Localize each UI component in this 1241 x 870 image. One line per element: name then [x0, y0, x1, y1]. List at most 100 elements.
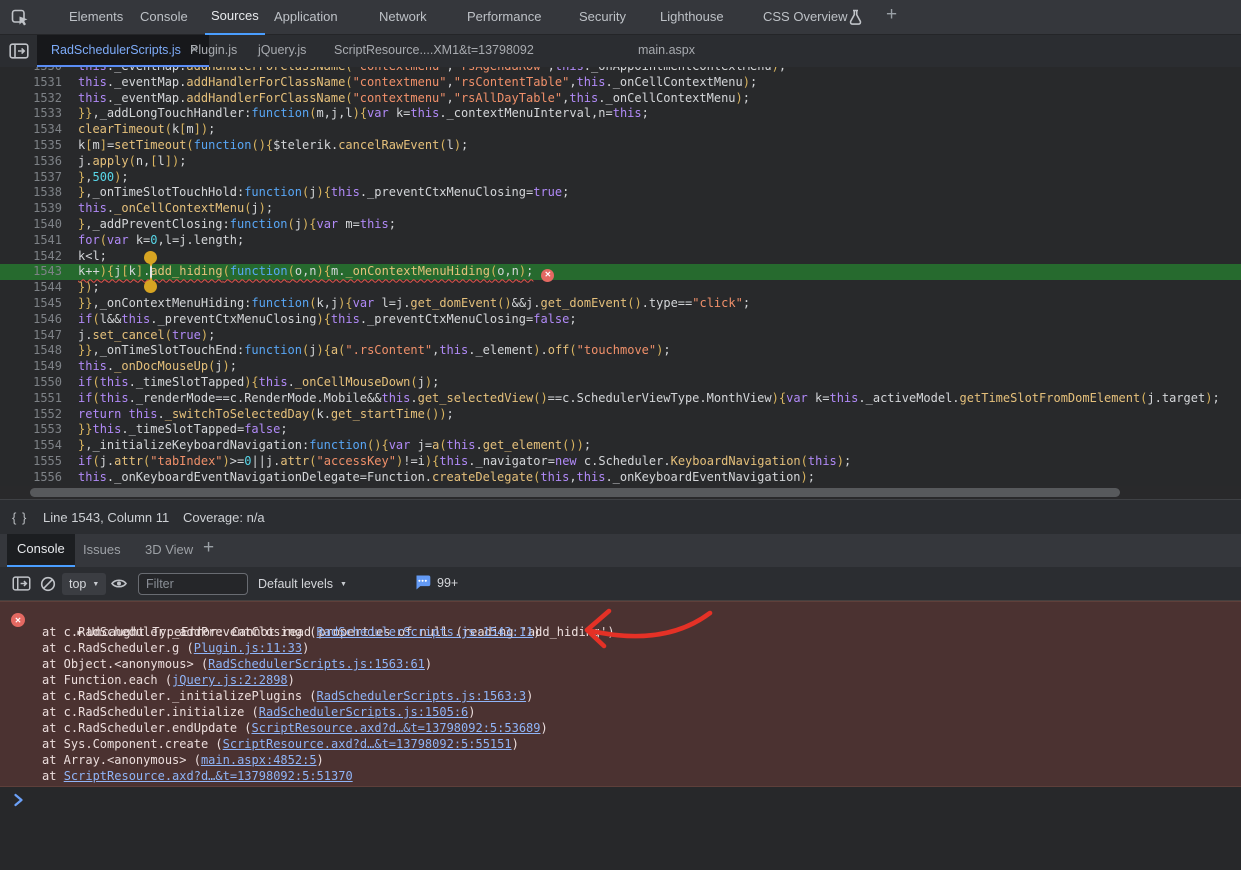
code-line-1543[interactable]: 1543k++){j[k].add_hiding(function(o,n){m…: [0, 264, 1241, 280]
line-number[interactable]: 1554: [0, 438, 62, 454]
code-text: }},_addLongTouchHandler:function(m,j,l){…: [62, 106, 649, 122]
code-line-1542[interactable]: 1542k<l;: [0, 249, 1241, 265]
code-line-1548[interactable]: 1548}},_onTimeSlotTouchEnd:function(j){a…: [0, 343, 1241, 359]
stack-frame-link[interactable]: RadSchedulerScripts.js:1505:6: [259, 705, 469, 719]
panel-tab-network[interactable]: Network: [373, 0, 433, 35]
line-number[interactable]: 1553: [0, 422, 62, 438]
code-line-1540[interactable]: 1540},_addPreventClosing:function(j){var…: [0, 217, 1241, 233]
file-tab-radschedulerscripts.js[interactable]: RadSchedulerScripts.js×: [37, 35, 209, 67]
stack-frame-link[interactable]: ScriptResource.axd?d…&t=13798092:5:51370: [64, 769, 353, 783]
code-line-1544[interactable]: 1544});: [0, 280, 1241, 296]
drawer-tab-3d-view[interactable]: 3D View: [135, 534, 203, 567]
drawer-tab-console[interactable]: Console: [7, 534, 75, 567]
stack-frame-link[interactable]: Plugin.js:11:33: [194, 641, 302, 655]
toggle-navigator-panel-icon[interactable]: [9, 43, 29, 59]
code-line-1549[interactable]: 1549this._onDocMouseUp(j);: [0, 359, 1241, 375]
source-editor[interactable]: 1530this._eventMap.addHandlerForClassNam…: [0, 67, 1241, 486]
line-number[interactable]: 1541: [0, 233, 62, 249]
code-line-1536[interactable]: 1536j.apply(n,[l]);: [0, 154, 1241, 170]
line-number[interactable]: 1536: [0, 154, 62, 170]
panel-tab-elements[interactable]: Elements: [63, 0, 129, 35]
editor-horizontal-scrollbar[interactable]: [0, 486, 1241, 499]
add-panel-tab-button[interactable]: +: [886, 4, 897, 26]
line-number[interactable]: 1540: [0, 217, 62, 233]
panel-tab-console[interactable]: Console: [134, 0, 194, 35]
pretty-print-icon[interactable]: { }: [12, 510, 27, 525]
line-number[interactable]: 1546: [0, 312, 62, 328]
console-sidebar-toggle-icon[interactable]: [12, 576, 31, 591]
line-number[interactable]: 1532: [0, 91, 62, 107]
line-number[interactable]: 1547: [0, 328, 62, 344]
code-line-1554[interactable]: 1554},_initializeKeyboardNavigation:func…: [0, 438, 1241, 454]
inspect-element-icon[interactable]: [10, 8, 30, 28]
code-text: },_initializeKeyboardNavigation:function…: [62, 438, 591, 454]
code-line-1538[interactable]: 1538},_onTimeSlotTouchHold:function(j){t…: [0, 185, 1241, 201]
code-line-1535[interactable]: 1535k[m]=setTimeout(function(){$telerik.…: [0, 138, 1241, 154]
line-number[interactable]: 1548: [0, 343, 62, 359]
panel-tab-lighthouse[interactable]: Lighthouse: [654, 0, 730, 35]
panel-tab-performance[interactable]: Performance: [461, 0, 547, 35]
console-prompt[interactable]: [0, 787, 1241, 813]
code-line-1531[interactable]: 1531this._eventMap.addHandlerForClassNam…: [0, 75, 1241, 91]
console-filter-input[interactable]: [138, 573, 248, 595]
code-line-1539[interactable]: 1539this._onCellContextMenu(j);: [0, 201, 1241, 217]
code-line-1550[interactable]: 1550if(this._timeSlotTapped){this._onCel…: [0, 375, 1241, 391]
code-line-1534[interactable]: 1534clearTimeout(k[m]);: [0, 122, 1241, 138]
line-number[interactable]: 1533: [0, 106, 62, 122]
code-line-1533[interactable]: 1533}},_addLongTouchHandler:function(m,j…: [0, 106, 1241, 122]
add-drawer-tab-button[interactable]: +: [203, 537, 214, 559]
stack-frame-link[interactable]: RadSchedulerScripts.js:1563:61: [208, 657, 425, 671]
file-tab-jquery.js[interactable]: jQuery.js: [258, 35, 306, 67]
panel-tab-sources[interactable]: Sources: [205, 0, 265, 35]
line-number[interactable]: 1538: [0, 185, 62, 201]
line-number[interactable]: 1545: [0, 296, 62, 312]
line-number[interactable]: 1552: [0, 407, 62, 423]
stack-frame-link[interactable]: ScriptResource.axd?d…&t=13798092:5:55151: [223, 737, 512, 751]
code-line-1546[interactable]: 1546if(l&&this._preventCtxMenuClosing){t…: [0, 312, 1241, 328]
code-line-1530[interactable]: 1530this._eventMap.addHandlerForClassNam…: [0, 67, 1241, 75]
stack-frame-link[interactable]: RadSchedulerScripts.js:1543:11: [317, 625, 534, 639]
code-line-1547[interactable]: 1547j.set_cancel(true);: [0, 328, 1241, 344]
clear-console-icon[interactable]: [40, 576, 56, 592]
line-number[interactable]: 1544: [0, 280, 62, 296]
scrollbar-thumb[interactable]: [30, 488, 1120, 497]
console-levels-dropdown[interactable]: Default levels ▼: [258, 573, 347, 595]
line-number[interactable]: 1539: [0, 201, 62, 217]
panel-tab-css-overview[interactable]: CSS Overview: [757, 0, 854, 35]
code-line-1552[interactable]: 1552return this._switchToSelectedDay(k.g…: [0, 407, 1241, 423]
file-tab-plugin.js[interactable]: Plugin.js: [190, 35, 237, 67]
code-line-1545[interactable]: 1545}},_onContextMenuHiding:function(k,j…: [0, 296, 1241, 312]
stack-frame-link[interactable]: ScriptResource.axd?d…&t=13798092:5:53689: [252, 721, 541, 735]
line-number[interactable]: 1534: [0, 122, 62, 138]
code-line-1537[interactable]: 1537},500);: [0, 170, 1241, 186]
error-message-row[interactable]: ▶Uncaught TypeError: Cannot read propert…: [0, 608, 1241, 624]
code-line-1532[interactable]: 1532this._eventMap.addHandlerForClassNam…: [0, 91, 1241, 107]
issues-counter[interactable]: 99+: [414, 574, 458, 591]
line-number[interactable]: 1550: [0, 375, 62, 391]
line-number[interactable]: 1556: [0, 470, 62, 486]
line-number[interactable]: 1555: [0, 454, 62, 470]
code-line-1551[interactable]: 1551if(this._renderMode==c.RenderMode.Mo…: [0, 391, 1241, 407]
create-live-expression-eye-icon[interactable]: [110, 576, 128, 591]
code-line-1556[interactable]: 1556this._onKeyboardEventNavigationDeleg…: [0, 470, 1241, 486]
file-tab-scriptresource....xm1-t-13798092[interactable]: ScriptResource....XM1&t=13798092: [334, 35, 534, 67]
code-line-1553[interactable]: 1553}}this._timeSlotTapped=false;: [0, 422, 1241, 438]
drawer-tab-issues[interactable]: Issues: [73, 534, 131, 567]
file-tab-main.aspx[interactable]: main.aspx: [638, 35, 695, 67]
line-number[interactable]: 1549: [0, 359, 62, 375]
line-number[interactable]: 1530: [0, 67, 62, 75]
line-number[interactable]: 1531: [0, 75, 62, 91]
console-context-selector[interactable]: top ▼: [62, 573, 106, 595]
line-number[interactable]: 1543: [0, 264, 62, 280]
stack-frame-link[interactable]: RadSchedulerScripts.js:1563:3: [317, 689, 527, 703]
line-number[interactable]: 1535: [0, 138, 62, 154]
line-number[interactable]: 1537: [0, 170, 62, 186]
code-line-1555[interactable]: 1555if(j.attr("tabIndex")>=0||j.attr("ac…: [0, 454, 1241, 470]
line-number[interactable]: 1542: [0, 249, 62, 265]
panel-tab-security[interactable]: Security: [573, 0, 632, 35]
stack-frame-link[interactable]: jQuery.js:2:2898: [172, 673, 288, 687]
line-number[interactable]: 1551: [0, 391, 62, 407]
code-line-1541[interactable]: 1541for(var k=0,l=j.length;: [0, 233, 1241, 249]
stack-frame-link[interactable]: main.aspx:4852:5: [201, 753, 317, 767]
panel-tab-application[interactable]: Application: [268, 0, 344, 35]
